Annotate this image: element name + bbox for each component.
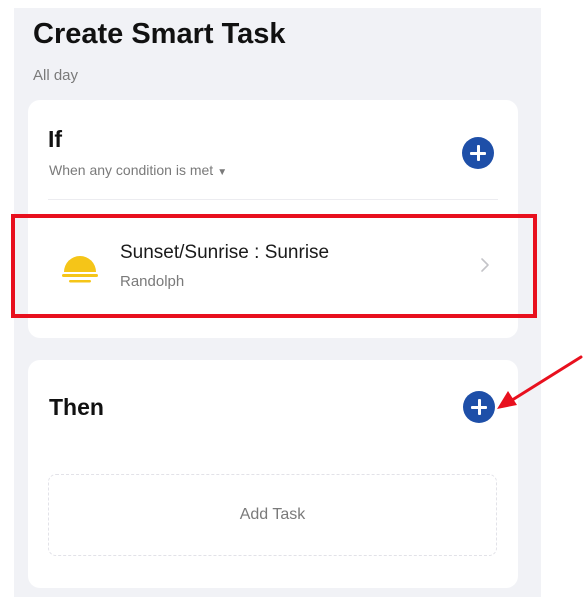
condition-name: Sunset/Sunrise : Sunrise [120,242,330,263]
chevron-right-icon [481,258,489,272]
divider [48,199,498,200]
add-action-button[interactable] [463,391,495,423]
page-title: Create Smart Task [33,18,286,50]
arrow-annotation-icon [497,355,583,409]
then-section-title: Then [49,394,104,420]
add-task-label: Add Task [239,506,306,523]
chevron-down-icon: ▼ [217,167,228,178]
add-condition-button[interactable] [462,137,494,169]
sunrise-icon [62,256,98,283]
condition-mode-dropdown[interactable]: When any condition is met ▼ [49,162,227,178]
condition-mode-label: When any condition is met [49,162,214,178]
add-task-button[interactable]: Add Task [48,474,497,556]
if-section-title: If [48,126,63,152]
schedule-label: All day [33,67,79,84]
condition-location: Randolph [120,273,185,290]
